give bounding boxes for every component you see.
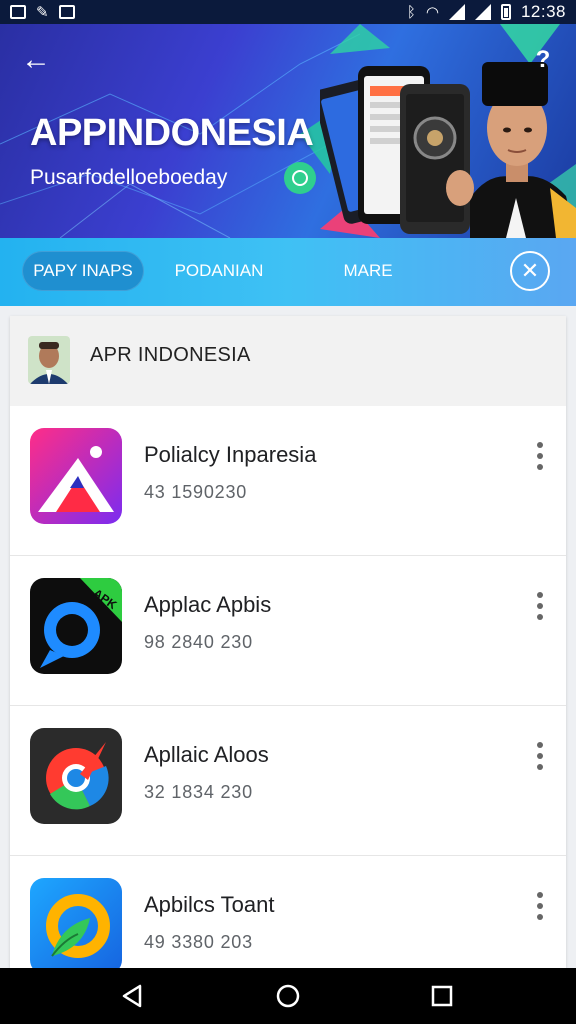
navigation-bar <box>0 968 576 1024</box>
dot-icon <box>537 753 543 759</box>
status-left: ✎ <box>10 5 75 20</box>
dot-icon <box>537 892 543 898</box>
tab-papy-inaps[interactable]: PAPY INAPS <box>22 251 144 291</box>
dot-icon <box>537 914 543 920</box>
square-recents-icon <box>431 985 453 1007</box>
more-options-button[interactable] <box>524 436 556 476</box>
banner-subtitle: Pusarfodelloeboeday <box>30 166 228 189</box>
gallery-notification-icon <box>10 5 26 19</box>
close-button[interactable]: ✕ <box>510 251 550 291</box>
image-notification-icon <box>58 5 75 19</box>
status-time: 12:38 <box>520 2 566 21</box>
nav-recents-button[interactable] <box>426 980 458 1012</box>
mountain-icon <box>30 428 122 524</box>
nav-back-button[interactable] <box>116 980 148 1012</box>
back-button[interactable]: ← <box>18 42 54 78</box>
more-options-button[interactable] <box>524 886 556 926</box>
hero-banner: ← ? APPINDONESIA Pusarfodelloeboeday <box>0 24 576 238</box>
dot-icon <box>537 442 543 448</box>
app-meta: 98 2840 230 <box>144 632 253 652</box>
search-bubble-icon: APK <box>30 578 122 674</box>
app-list-card: APR INDONESIA Polialcy Inparesia 43 1590… <box>10 316 566 968</box>
status-right: ᛒ ◠ 12:38 <box>407 2 566 22</box>
dot-icon <box>537 603 543 609</box>
dot-icon <box>537 764 543 770</box>
app-meta: 43 1590230 <box>144 482 248 502</box>
circle-home-icon <box>276 984 300 1008</box>
list-item[interactable]: APK Applac Apbis 98 2840 230 <box>10 556 566 706</box>
signal-icon-2 <box>474 4 491 20</box>
dot-icon <box>537 903 543 909</box>
battery-icon <box>500 4 511 20</box>
dot-icon <box>537 742 543 748</box>
dot-icon <box>537 592 543 598</box>
help-button[interactable]: ? <box>528 42 558 78</box>
status-bar: ✎ ᛒ ◠ 12:38 <box>0 0 576 24</box>
app-name: Applac Apbis <box>144 592 272 617</box>
app-name: Apllaic Aloos <box>144 742 269 767</box>
dot-icon <box>537 614 543 620</box>
section-title: APR INDONESIA <box>90 344 251 366</box>
signal-icon <box>448 4 465 20</box>
banner-title: APPINDONESIA <box>30 112 314 154</box>
app-meta: 49 3380 203 <box>144 932 253 952</box>
wifi-icon: ◠ <box>425 3 439 21</box>
more-options-button[interactable] <box>524 586 556 626</box>
nav-home-button[interactable] <box>272 980 304 1012</box>
list-item[interactable]: Apllaic Aloos 32 1834 230 <box>10 706 566 856</box>
tab-podanian[interactable]: PODANIAN <box>164 251 274 291</box>
list-item[interactable]: Apbilcs Toant 49 3380 203 <box>10 856 566 968</box>
dot-icon <box>537 464 543 470</box>
app-name: Polialcy Inparesia <box>144 442 317 467</box>
tab-mare[interactable]: MARE <box>326 251 410 291</box>
section-header: APR INDONESIA <box>10 316 566 406</box>
app-meta: 32 1834 230 <box>144 782 253 802</box>
bluetooth-icon: ᛒ <box>406 3 416 21</box>
dot-icon <box>537 453 543 459</box>
edit-notification-icon: ✎ <box>36 3 49 21</box>
tab-bar: PAPY INAPS PODANIAN MARE ✕ <box>0 238 576 306</box>
leaf-circle-icon <box>30 878 122 968</box>
avatar <box>28 336 70 384</box>
arrow-left-icon: ← <box>21 43 51 76</box>
more-options-button[interactable] <box>524 736 556 776</box>
compass-icon <box>30 728 122 824</box>
list-item[interactable]: Polialcy Inparesia 43 1590230 <box>10 406 566 556</box>
close-icon: ✕ <box>520 258 540 283</box>
triangle-back-icon <box>122 984 142 1008</box>
app-name: Apbilcs Toant <box>144 892 275 917</box>
